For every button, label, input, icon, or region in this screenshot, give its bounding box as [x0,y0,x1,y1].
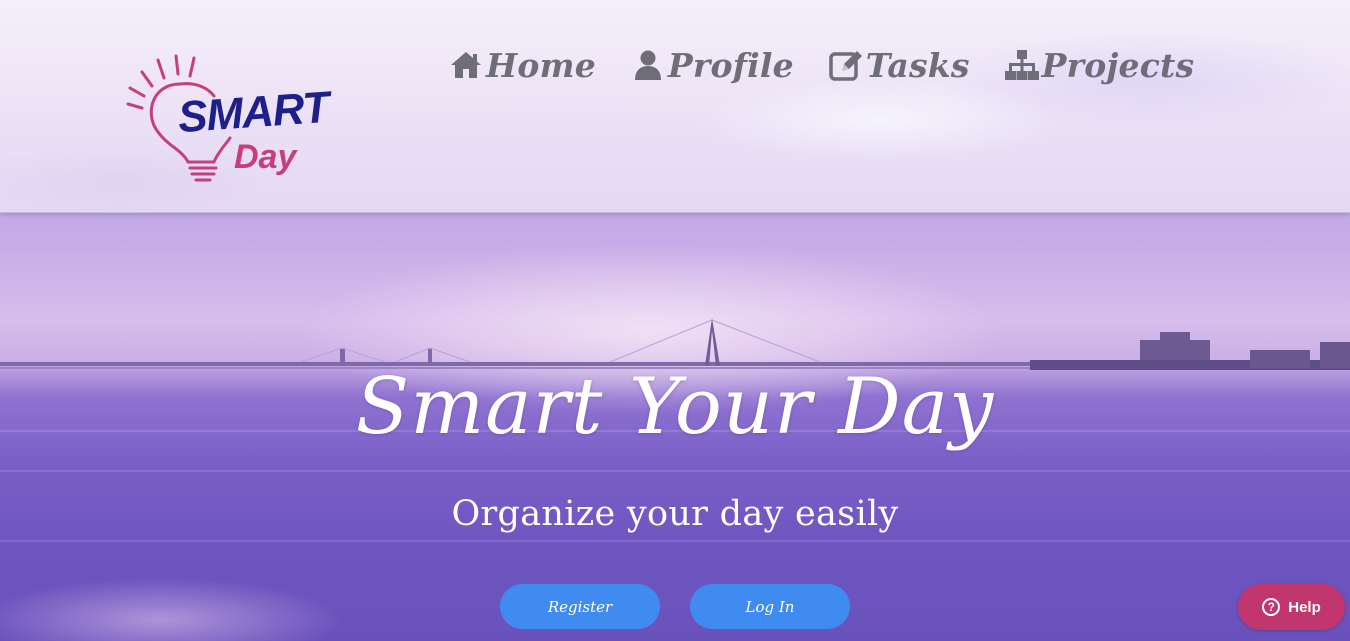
nav-item-projects[interactable]: Projects [1004,46,1195,85]
nav-item-home[interactable]: Home [448,46,596,85]
nav-label-home: Home [486,45,596,85]
help-button[interactable]: ? Help [1238,584,1345,630]
nav-label-tasks: Tasks [865,45,970,85]
logo-text-smart: SMART [176,82,331,143]
home-icon [451,52,481,78]
edit-icon [829,51,862,81]
water-streak [0,540,1350,542]
user-icon [634,50,661,80]
main-nav: Home Profile Tasks Projects [448,42,1194,88]
nav-item-profile[interactable]: Profile [630,46,794,85]
hero-title: Smart Your Day [355,362,995,452]
nav-item-tasks[interactable]: Tasks [828,46,970,85]
hero-subtitle: Organize your day easily [451,494,899,534]
nav-label-profile: Profile [667,45,794,85]
nav-label-projects: Projects [1041,45,1195,85]
question-circle-icon: ? [1262,598,1281,616]
water-glare [0,560,520,641]
sitemap-icon [1004,50,1039,80]
water-streak [0,470,1350,472]
help-label: Help [1288,598,1321,616]
register-button[interactable]: Register [500,584,660,629]
logo-text-day: Day [234,138,297,176]
smart-day-logo[interactable]: SMART Day [122,52,357,194]
login-button[interactable]: Log In [690,584,850,629]
site-header: SMART Day Home Profile Tasks Projects [0,0,1350,213]
